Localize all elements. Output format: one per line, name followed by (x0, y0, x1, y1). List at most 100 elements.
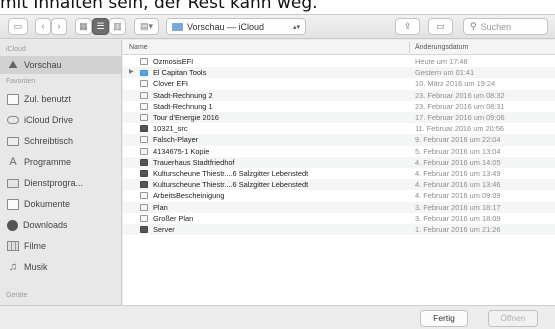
table-row[interactable]: Stadt-Rechnung 1 23. Februar 2016 um 08:3… (123, 101, 555, 112)
forward-button[interactable]: › (51, 18, 67, 35)
sidebar-item-label: Dienstprogra... (24, 178, 84, 188)
table-row[interactable]: Trauerhaus Stadtfriedhof 4. Februar 2016 … (123, 156, 555, 168)
file-date: Heute um 17:48 (415, 57, 468, 66)
file-date: 23. Februar 2016 um 08:32 (415, 90, 505, 100)
sidebar-item-label: Dokumente (24, 199, 71, 209)
disclosure-triangle-icon[interactable]: ▶ (129, 67, 134, 78)
list-view-button[interactable]: ☰ (92, 18, 109, 35)
file-name: Stadt-Rechnung 1 (153, 101, 213, 111)
open-file-dialog: ▭ ‹ › ▦ ☰ ▥ ▤▾ Vorschau — iCloud ▴▾ ⇪ ▭ (0, 14, 555, 329)
updown-arrows-icon: ▴▾ (292, 23, 300, 31)
done-button[interactable]: Fertig (420, 310, 468, 327)
table-row[interactable]: Stadt-Rechnung 2 23. Februar 2016 um 08:3… (123, 89, 555, 101)
table-row[interactable]: 4134675-1 Kopie 5. Februar 2016 um 13:04 (123, 146, 555, 157)
sidebar-item-icloud-drive[interactable]: iCloud Drive (0, 111, 121, 129)
table-row[interactable]: ▶ El Capitan Tools Gestern um 01:41 (123, 67, 555, 79)
table-row[interactable]: Server 1. Februar 2016 um 21:26 (123, 224, 555, 236)
table-row[interactable]: Kulturscheune Thiestr....6 Salzgitter Le… (123, 168, 555, 179)
file-date: 9. Februar 2016 um 22:04 (415, 135, 501, 145)
file-date: 10. März 2016 um 19:24 (415, 79, 496, 89)
file-list: Name Änderungsdatum OzmosisEFI Heute um 1… (123, 40, 555, 305)
music-icon: ♫ (8, 260, 18, 273)
chevron-left-icon: ‹ (41, 21, 45, 31)
column-view-button[interactable]: ▥ (109, 18, 126, 35)
column-header-name[interactable]: Name (129, 44, 148, 51)
file-name: Plan (153, 202, 168, 212)
preview-app-icon: ⛰ (8, 58, 18, 71)
list-icon: ☰ (96, 21, 105, 31)
location-popup[interactable]: Vorschau — iCloud ▴▾ (166, 18, 306, 35)
share-icon: ⇪ (403, 21, 412, 31)
file-icon (140, 170, 148, 177)
sidebar-item-label: Musik (24, 262, 48, 272)
column-header-date[interactable]: Änderungsdatum (415, 44, 468, 51)
table-row[interactable]: OzmosisEFI Heute um 17:48 (123, 56, 555, 67)
file-name: 10321_src (153, 124, 188, 134)
folder-icon (7, 178, 19, 188)
open-button[interactable]: Öffnen (488, 310, 538, 327)
sidebar-item-documents[interactable]: Dokumente (0, 195, 121, 213)
table-row[interactable]: ArbeitsBescheinigung 4. Februar 2016 um 0… (123, 190, 555, 201)
toolbar: ▭ ‹ › ▦ ☰ ▥ ▤▾ Vorschau — iCloud ▴▾ ⇪ ▭ (0, 15, 555, 39)
sidebar-item-applications[interactable]: A Programme (0, 153, 121, 171)
file-date: 3. Februar 2016 um 18:09 (415, 213, 501, 223)
group-menu-button[interactable]: ▤▾ (134, 18, 159, 35)
file-icon (140, 91, 148, 99)
sidebar-item-downloads[interactable]: Downloads (0, 216, 121, 234)
table-row[interactable]: Plan 3. Februar 2016 um 18:17 (123, 201, 555, 213)
file-name: Server (153, 225, 175, 234)
share-button[interactable]: ⇪ (395, 18, 420, 35)
search-field[interactable]: ⚲ Suchen (463, 18, 548, 35)
table-row[interactable]: Kulturscheune Thiestr....6 Salzgitter Le… (123, 179, 555, 191)
documents-icon (7, 198, 19, 210)
table-row[interactable]: Tour d'Energie 2016 17. Februar 2016 um 0… (123, 112, 555, 124)
applications-icon: A (9, 155, 17, 168)
sidebar-toggle-button[interactable]: ▭ (8, 18, 28, 35)
sidebar-item-utilities[interactable]: Dienstprogra... (0, 174, 121, 192)
sidebar-item-label: Programme (24, 157, 72, 167)
sidebar-section-devices: Geräte (6, 292, 28, 299)
columns-icon: ▥ (113, 21, 122, 31)
search-placeholder: Suchen (480, 21, 512, 32)
file-date: 4. Februar 2016 um 14:05 (415, 157, 501, 167)
cloud-icon (7, 116, 19, 124)
file-name: El Capitan Tools (153, 68, 207, 78)
sidebar-section-icloud: iCloud (6, 46, 26, 53)
back-button[interactable]: ‹ (35, 18, 51, 35)
file-icon (140, 80, 148, 88)
caption-text-fragment: mit Inhalten sein, der Rest kann weg. (0, 0, 555, 14)
dialog-footer: Fertig Öffnen (0, 305, 555, 329)
file-icon (140, 181, 148, 189)
sidebar-item-recents[interactable]: Zul. benutzt (0, 90, 121, 108)
file-date: Gestern um 01:41 (415, 68, 475, 78)
column-divider[interactable] (409, 42, 410, 53)
tags-button[interactable]: ▭ (428, 18, 453, 35)
sidebar-item-label: Zul. benutzt (24, 94, 72, 104)
file-icon (140, 158, 148, 166)
file-date: 23. Februar 2016 um 08:31 (415, 101, 505, 111)
table-row[interactable]: Großer Plan 3. Februar 2016 um 18:09 (123, 213, 555, 224)
sidebar-item-movies[interactable]: Filme (0, 237, 121, 255)
location-label: Vorschau — iCloud (187, 21, 265, 32)
file-date: 4. Februar 2016 um 13:49 (415, 169, 501, 178)
sidebar-item-desktop[interactable]: Schreibtisch (0, 132, 121, 150)
file-icon (140, 125, 148, 133)
file-name: Kulturscheune Thiestr....6 Salzgitter Le… (153, 180, 309, 190)
table-row[interactable]: Falsch-Player 9. Februar 2016 um 22:04 (123, 134, 555, 146)
sidebar-item-vorschau[interactable]: ⛰ Vorschau (0, 56, 121, 74)
file-name: Kulturscheune Thiestr....6 Salzgitter Le… (153, 169, 309, 178)
table-row[interactable]: 10321_src 11. Februar 2016 um 20:56 (123, 123, 555, 134)
file-icon (140, 203, 148, 211)
sidebar-icon: ▭ (13, 21, 23, 31)
folder-icon (140, 70, 148, 77)
movies-icon (7, 241, 19, 251)
downloads-icon (7, 219, 18, 231)
icon-view-button[interactable]: ▦ (75, 18, 92, 35)
table-row[interactable]: Clover EFI 10. März 2016 um 19:24 (123, 78, 555, 89)
grid-icon: ▦ (79, 21, 88, 31)
file-name: 4134675-1 Kopie (153, 146, 210, 156)
file-icon (140, 192, 148, 200)
file-name: Großer Plan (153, 213, 194, 223)
sidebar-item-music[interactable]: ♫ Musik (0, 258, 121, 276)
file-date: 11. Februar 2016 um 20:56 (415, 124, 505, 134)
